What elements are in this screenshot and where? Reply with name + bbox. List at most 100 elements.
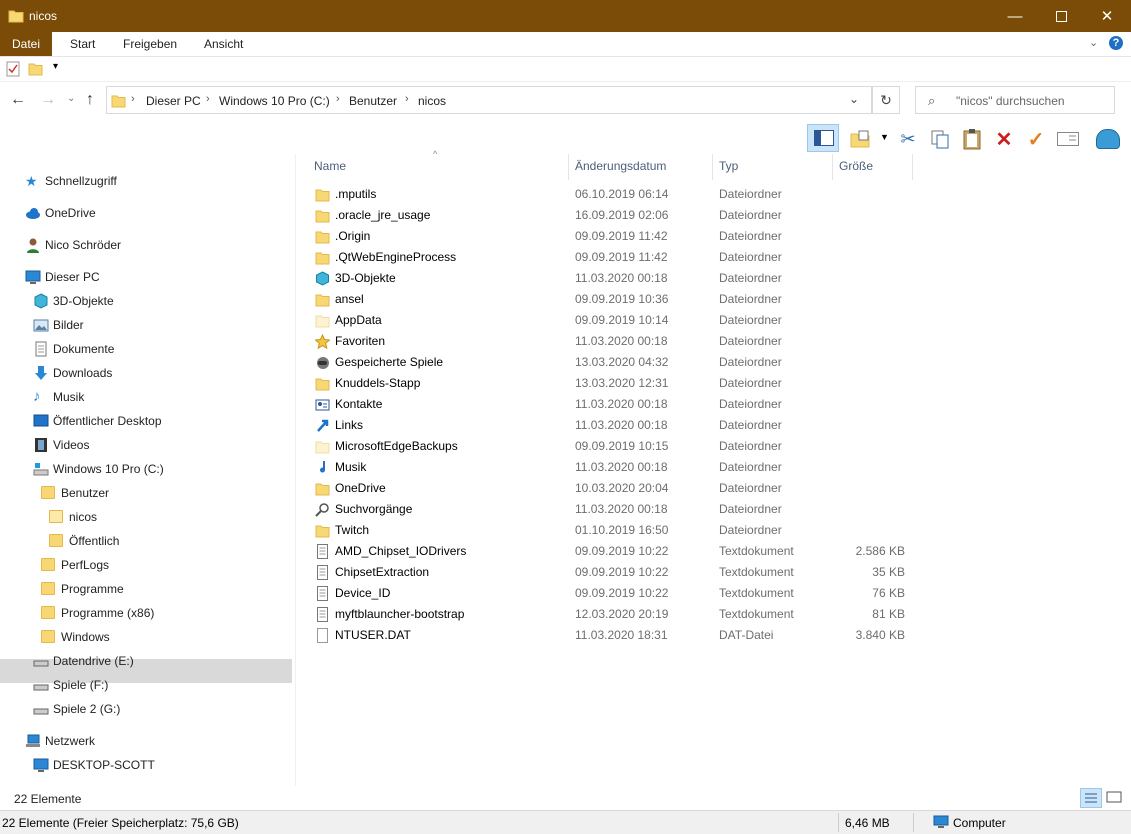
search-input[interactable]: "nicos" durchsuchen [956, 94, 1065, 108]
status-separator [838, 813, 839, 832]
folder-faded-icon [315, 439, 330, 454]
column-separator[interactable] [832, 154, 833, 180]
preview-pane-button[interactable] [807, 124, 839, 152]
shell-button[interactable] [1096, 127, 1120, 151]
table-row[interactable]: MicrosoftEdgeBackups 09.09.2019 10:15 Date… [296, 436, 916, 457]
table-row[interactable]: .oracle_jre_usage 16.09.2019 02:06 Dateior… [296, 205, 916, 226]
breadcrumb-separator-icon[interactable]: › [206, 93, 210, 105]
table-row[interactable]: Favoriten 11.03.2020 00:18 Dateiordner [296, 331, 916, 352]
help-icon[interactable]: ? [1109, 36, 1123, 50]
delete-button[interactable]: ✕ [992, 127, 1016, 151]
table-row[interactable]: 3D-Objekte 11.03.2020 00:18 Dateiordner [296, 268, 916, 289]
refresh-button[interactable]: ↻ [872, 86, 900, 114]
select-view-button[interactable] [848, 127, 872, 151]
breadcrumb-separator-icon[interactable]: › [131, 93, 135, 105]
maximize-button[interactable] [1038, 0, 1084, 32]
free-space-text: 22 Elemente (Freier Speicherplatz: 75,6 … [2, 816, 239, 830]
close-button[interactable]: ✕ [1084, 0, 1130, 32]
vertical-scrollbar[interactable] [1127, 154, 1131, 786]
copy-button[interactable] [928, 127, 952, 151]
details-view-button[interactable] [1080, 788, 1102, 808]
minimize-button[interactable]: — [992, 0, 1038, 32]
search-box[interactable]: ⌕ "nicos" durchsuchen [915, 86, 1115, 114]
address-dropdown-icon[interactable]: ⌄ [849, 92, 859, 106]
table-row[interactable]: ansel 09.09.2019 10:36 Dateiordner [296, 289, 916, 310]
breadcrumb-benutzer[interactable]: Benutzer [349, 94, 397, 108]
large-icons-view-icon [1106, 791, 1122, 803]
breadcrumb-separator-icon[interactable]: › [336, 93, 340, 105]
column-header-type[interactable]: Typ [719, 154, 829, 178]
address-bar[interactable]: › Dieser PC › Windows 10 Pro (C:) › Benu… [106, 86, 872, 114]
table-row[interactable]: NTUSER.DAT 11.03.2020 18:31 DAT-Datei 3.840… [296, 625, 916, 646]
table-row[interactable]: .Origin 09.09.2019 11:42 Dateiordner [296, 226, 916, 247]
recent-locations-icon[interactable]: ⌄ [67, 93, 75, 104]
properties-button[interactable]: ✓ [1024, 127, 1048, 151]
status-separator [913, 813, 914, 832]
table-row[interactable]: .QtWebEngineProcess 09.09.2019 11:42 Datei… [296, 247, 916, 268]
copy-icon [931, 130, 949, 149]
table-row[interactable]: AppData 09.09.2019 10:14 Dateiordner [296, 310, 916, 331]
file-name: .oracle_jre_usage [335, 208, 431, 222]
folder-icon [49, 534, 63, 547]
dropdown-arrow-icon[interactable]: ▼ [880, 132, 889, 142]
search-icon [315, 502, 330, 517]
column-separator[interactable] [568, 154, 569, 180]
tab-datei[interactable]: Datei [0, 32, 53, 56]
column-separator[interactable] [712, 154, 713, 180]
file-type: Dateiordner [719, 481, 782, 495]
table-row[interactable]: OneDrive 10.03.2020 20:04 Dateiordner [296, 478, 916, 499]
large-icons-view-button[interactable] [1104, 788, 1126, 808]
file-date: 11.03.2020 00:18 [575, 397, 668, 411]
file-date: 09.09.2019 10:36 [575, 292, 669, 306]
table-row[interactable]: Gespeicherte Spiele 13.03.2020 04:32 Datei… [296, 352, 916, 373]
tab-ansicht[interactable]: Ansicht [192, 32, 255, 56]
cut-button[interactable]: ✂ [896, 127, 920, 151]
windows-drive-icon [33, 461, 49, 477]
file-type: Dateiordner [719, 208, 782, 222]
checkmark-icon: ✓ [1027, 128, 1045, 151]
paste-button[interactable] [960, 127, 984, 151]
breadcrumb-c-drive[interactable]: Windows 10 Pro (C:) [219, 94, 330, 108]
table-row[interactable]: Knuddels-Stapp 13.03.2020 12:31 Dateiordne… [296, 373, 916, 394]
breadcrumb-nicos[interactable]: nicos [418, 94, 446, 108]
forward-icon[interactable]: → [40, 91, 56, 109]
textdoc-icon [315, 544, 330, 559]
column-header-date[interactable]: Änderungsdatum [575, 154, 711, 178]
minimize-icon: — [1007, 7, 1023, 25]
tab-freigeben[interactable]: Freigeben [111, 32, 189, 56]
table-row[interactable]: Twitch 01.10.2019 16:50 Dateiordner [296, 520, 916, 541]
breadcrumb-separator-icon[interactable]: › [405, 93, 409, 105]
file-date: 09.09.2019 10:14 [575, 313, 669, 327]
file-name: OneDrive [335, 481, 386, 495]
rename-button[interactable] [1056, 127, 1080, 151]
tab-start[interactable]: Start [58, 32, 107, 56]
customize-qat-icon[interactable]: ▾ [53, 61, 58, 72]
table-row[interactable]: ChipsetExtraction 09.09.2019 10:22 Textdok… [296, 562, 916, 583]
nav-label: Videos [53, 438, 90, 452]
table-row[interactable]: Musik 11.03.2020 00:18 Dateiordner [296, 457, 916, 478]
new-folder-icon[interactable] [28, 61, 43, 76]
column-separator[interactable] [912, 154, 913, 180]
file-date: 09.09.2019 11:42 [575, 229, 668, 243]
table-row[interactable]: Suchvorgänge 11.03.2020 00:18 Dateiordner [296, 499, 916, 520]
table-row[interactable]: Kontakte 11.03.2020 00:18 Dateiordner [296, 394, 916, 415]
table-row[interactable]: myftblauncher-bootstrap 12.03.2020 20:19 T… [296, 604, 916, 625]
textdoc-icon [315, 607, 330, 622]
column-header-size[interactable]: Größe [839, 154, 909, 178]
file-name: Knuddels-Stapp [335, 376, 421, 390]
file-type: Dateiordner [719, 187, 782, 201]
back-icon[interactable]: ← [10, 91, 26, 109]
file-name: ChipsetExtraction [335, 565, 430, 579]
properties-icon[interactable] [6, 61, 20, 77]
table-row[interactable]: AMD_Chipset_IODrivers 09.09.2019 10:22 Tex… [296, 541, 916, 562]
table-row[interactable]: Links 11.03.2020 00:18 Dateiordner [296, 415, 916, 436]
breadcrumb-dieser-pc[interactable]: Dieser PC [146, 94, 201, 108]
ribbon-expand-icon[interactable]: ⌄ [1089, 36, 1098, 49]
column-header-name[interactable]: Name [314, 154, 568, 178]
shell-icon [1096, 129, 1120, 149]
up-icon[interactable]: ↑ [86, 91, 94, 109]
table-row[interactable]: .mputils 06.10.2019 06:14 Dateiordner [296, 184, 916, 205]
star-icon [314, 333, 331, 350]
table-row[interactable]: Device_ID 09.09.2019 10:22 Textdokument 76 … [296, 583, 916, 604]
nav-label: 3D-Objekte [53, 294, 114, 308]
